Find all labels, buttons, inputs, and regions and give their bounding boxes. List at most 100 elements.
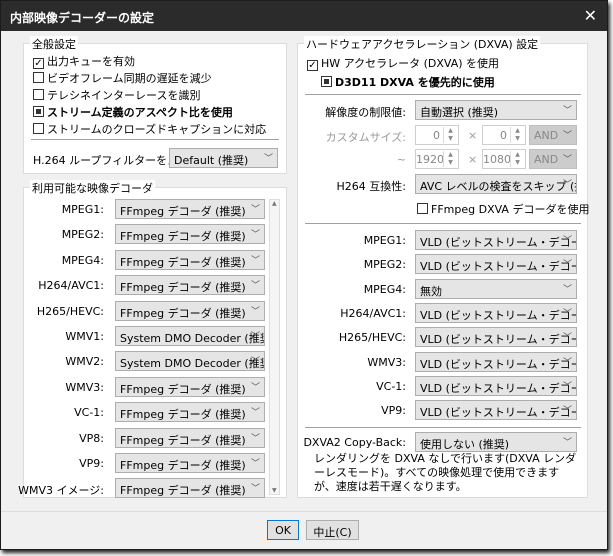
chevron-down-icon: ﹀ xyxy=(562,308,572,319)
decoder-select[interactable]: FFmpeg デコーダ (推奨) ﹀ xyxy=(115,275,265,296)
select-value: VLD (ビットストリーム・デコーディ xyxy=(420,333,576,347)
select-value: VLD (ビットストリーム・デコーディ xyxy=(420,406,576,420)
decoder-select[interactable]: VLD (ビットストリーム・デコーディ﹀ xyxy=(415,327,577,348)
decoder-select[interactable]: FFmpeg デコーダ (推奨) ﹀ xyxy=(115,453,265,473)
select-value: FFmpeg デコーダ (推奨) xyxy=(120,255,246,269)
select-value: VLD (ビットストリーム・デコーディ xyxy=(420,236,576,249)
decoder-select[interactable]: FFmpeg デコーダ (推奨) ﹀ xyxy=(115,402,265,423)
decoder-label: MPEG1: xyxy=(61,203,104,216)
decoder-label: WMV3: xyxy=(367,355,406,369)
chevron-down-icon: ﹀ xyxy=(250,408,260,419)
decoder-select[interactable]: System DMO Decoder (推奨 ﹀ xyxy=(115,326,265,346)
general-option-checkbox[interactable]: テレシネインターレースを識別 xyxy=(33,87,200,103)
decoder-select[interactable]: FFmpeg デコーダ (推奨) ﹀ xyxy=(115,224,265,245)
select-value: System DMO Decoder (推奨 xyxy=(120,357,265,371)
select-value: FFmpeg デコーダ (推奨) xyxy=(120,408,246,422)
divider xyxy=(305,427,581,428)
chevron-down-icon: ﹀ xyxy=(562,406,572,417)
spinner-value: 1920 xyxy=(416,153,444,166)
h264-compat-label: H264 互換性: xyxy=(336,180,406,193)
spin-arrows-icon[interactable]: ▲ ▼ xyxy=(443,127,457,143)
checkbox-indeterminate-icon xyxy=(33,106,44,117)
decoder-select[interactable]: VLD (ビットストリーム・デコーディ﹀ xyxy=(415,302,577,323)
decoder-label: WMV3 イメージ: xyxy=(18,484,104,498)
decoder-select[interactable]: VLD (ビットストリーム・デコーディ﹀ xyxy=(415,230,577,250)
max-width-spinner[interactable]: 1920 ▲ ▼ xyxy=(415,149,459,169)
spinner-value: 0 xyxy=(500,129,507,142)
decoder-select[interactable]: VLD (ビットストリーム・デコーディ﹀ xyxy=(415,351,577,372)
decoder-select[interactable]: FFmpeg デコーダ (推奨) ﹀ xyxy=(115,249,265,270)
general-option-checkbox[interactable]: ✓ 出力キューを有効 xyxy=(33,53,135,69)
dxva-title: ハードウェアアクセラレーション (DXVA) 設定 xyxy=(304,36,541,52)
chevron-down-icon: ﹀ xyxy=(562,260,572,271)
decoder-select[interactable]: System DMO Decoder (推奨 ﹀ xyxy=(115,351,265,372)
decoder-select[interactable]: FFmpeg デコーダ (推奨) ﹀ xyxy=(115,300,265,321)
select-value: FFmpeg デコーダ (推奨) xyxy=(120,484,246,498)
chevron-down-icon: ﹀ xyxy=(562,131,572,141)
footer-divider xyxy=(1,511,607,512)
copyback-label: DXVA2 Copy-Back: xyxy=(303,436,406,449)
decoder-select[interactable]: FFmpeg デコーダ (推奨) ﹀ xyxy=(115,376,265,397)
select-value: Default (推奨) xyxy=(174,154,249,167)
divider xyxy=(305,94,581,95)
divider xyxy=(305,223,581,224)
max-op-select[interactable]: AND ﹀ xyxy=(529,149,577,169)
custom-height-spinner[interactable]: 0 ▲ ▼ xyxy=(482,125,526,145)
decoders-scrollbar[interactable]: ▲ ▼ xyxy=(269,199,280,495)
checkbox-label: 出力キューを有効 xyxy=(47,55,135,68)
decoder-label: MPEG4: xyxy=(61,253,104,267)
decoder-select[interactable]: FFmpeg デコーダ (推奨) ﹀ xyxy=(115,478,265,499)
decoder-label: MPEG1: xyxy=(363,234,406,247)
chevron-down-icon: ﹀ xyxy=(250,433,260,444)
decoder-label: VP9: xyxy=(381,404,406,418)
spin-arrows-icon[interactable]: ▲ ▼ xyxy=(443,151,457,167)
video-decoders-title: 利用可能な映像デコーダ xyxy=(30,180,155,196)
chevron-down-icon: ﹀ xyxy=(263,154,273,164)
cancel-button[interactable]: 中止(C) xyxy=(306,520,359,540)
decoder-select[interactable]: VLD (ビットストリーム・デコーディ﹀ xyxy=(415,254,577,275)
decoder-select[interactable]: 無効 ﹀ xyxy=(415,278,577,299)
copyback-description: レンダリングを DXVA なしで行います(DXVA レンダーレスモード)。すべて… xyxy=(314,452,577,493)
max-height-spinner[interactable]: 1080 ▲ ▼ xyxy=(482,149,526,169)
h264-compat-select[interactable]: AVC レベルの検査をスキップ (推 ﹀ xyxy=(415,174,577,194)
chevron-down-icon: ﹀ xyxy=(250,357,260,368)
decoder-select[interactable]: VLD (ビットストリーム・デコーディ﹀ xyxy=(415,375,577,396)
decoder-label: MPEG2: xyxy=(61,228,104,242)
scroll-down-icon[interactable]: ▼ xyxy=(272,487,277,494)
ok-button[interactable]: OK xyxy=(267,520,299,540)
select-value: FFmpeg デコーダ (推奨) xyxy=(120,230,246,244)
scroll-up-icon[interactable]: ▲ xyxy=(272,200,277,207)
resolution-limit-select[interactable]: 自動選択 (推奨) ﹀ xyxy=(415,100,577,120)
general-option-checkbox[interactable]: ビデオフレーム同期の遅延を減少 xyxy=(33,70,212,86)
decoder-label: H265/HEVC: xyxy=(36,304,104,318)
checkbox-unchecked-icon xyxy=(417,203,428,214)
decoder-select[interactable]: FFmpeg デコーダ (推奨) ﹀ xyxy=(115,427,265,448)
ffmpeg-dxva-checkbox[interactable]: FFmpeg DXVA デコーダを使用 xyxy=(417,201,589,217)
hw-accel-checkbox[interactable]: ✓ HW アクセラレータ (DXVA) を使用 xyxy=(307,55,499,71)
spinner-value: 1080 xyxy=(483,153,511,166)
general-option-checkbox[interactable]: ストリームのクローズドキャプションに対応 xyxy=(33,121,266,137)
spin-arrows-icon[interactable]: ▲ ▼ xyxy=(510,151,524,167)
checkbox-checked-icon: ✓ xyxy=(33,58,44,69)
decoder-select[interactable]: FFmpeg デコーダ (推奨) ﹀ xyxy=(115,199,265,219)
select-value: FFmpeg デコーダ (推奨) xyxy=(120,281,246,295)
spin-arrows-icon[interactable]: ▲ ▼ xyxy=(510,127,524,143)
h264-loopfilter-select[interactable]: Default (推奨) ﹀ xyxy=(169,148,278,168)
select-value: AVC レベルの検査をスキップ (推 xyxy=(420,180,577,193)
times-sign: × xyxy=(468,129,478,142)
decoder-label: MPEG4: xyxy=(363,282,406,296)
tilde-label: ~ xyxy=(396,153,406,166)
close-icon[interactable]: ✕ xyxy=(584,6,597,25)
decoder-select[interactable]: VLD (ビットストリーム・デコーディ﹀ xyxy=(415,400,577,421)
copyback-select[interactable]: 使用しない (推奨) ﹀ xyxy=(415,432,577,452)
select-value: VLD (ビットストリーム・デコーディ xyxy=(420,381,576,395)
general-option-checkbox[interactable]: ストリーム定義のアスペクト比を使用 xyxy=(33,104,233,120)
resolution-limit-label: 解像度の制限値: xyxy=(325,106,406,119)
chevron-down-icon: ﹀ xyxy=(562,106,572,116)
decoder-label: H265/HEVC: xyxy=(338,331,406,345)
chevron-down-icon: ﹀ xyxy=(562,357,572,368)
custom-op-select[interactable]: AND ﹀ xyxy=(529,125,577,145)
chevron-down-icon: ﹀ xyxy=(250,281,260,292)
d3d11-checkbox[interactable]: D3D11 DXVA を優先的に使用 xyxy=(321,74,495,90)
custom-width-spinner[interactable]: 0 ▲ ▼ xyxy=(415,125,459,145)
